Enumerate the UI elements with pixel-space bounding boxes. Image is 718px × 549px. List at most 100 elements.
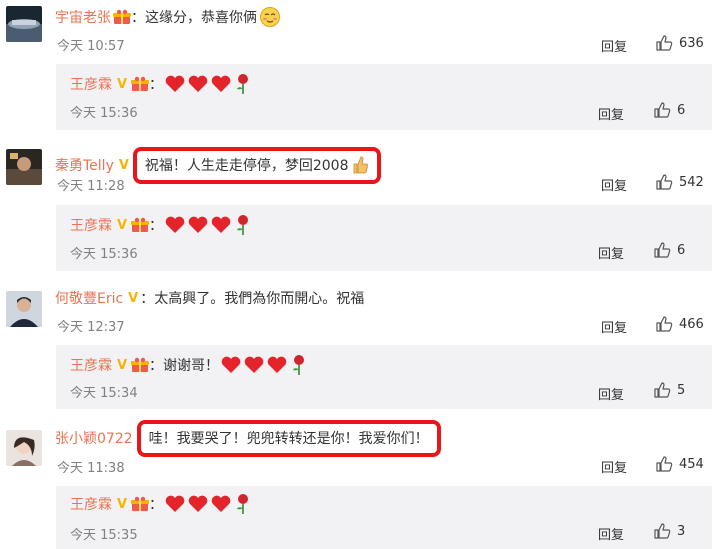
like-count: 454 xyxy=(679,456,704,472)
avatar[interactable] xyxy=(6,291,42,327)
comment-time: 今天 11:38 xyxy=(57,461,125,476)
reply-text: ： xyxy=(149,218,163,234)
reply-button[interactable]: 回复 xyxy=(598,384,624,403)
thumb-emoji-icon xyxy=(353,156,368,174)
heart-icon xyxy=(211,216,231,233)
like-button[interactable]: 466 xyxy=(655,315,704,333)
reply-time: 今天 15:35 xyxy=(70,528,138,543)
avatar[interactable] xyxy=(6,430,42,466)
reply-item: 王彦霖 V ：谢谢哥！ 今天 15:34 回复 5 xyxy=(56,345,712,409)
heart-icon xyxy=(165,495,185,512)
thumbs-up-icon xyxy=(656,316,673,332)
verified-v-icon: V xyxy=(116,217,128,233)
username[interactable]: 王彦霖 xyxy=(70,215,112,235)
username[interactable]: 张小颖0722 xyxy=(55,428,133,448)
heart-icon xyxy=(188,75,208,92)
hearts-emoji xyxy=(220,355,288,375)
reply-time: 今天 15:34 xyxy=(70,386,138,401)
reply-time: 今天 15:36 xyxy=(70,247,138,262)
reply-item: 王彦霖 V ： 今天 15:36 回复 6 xyxy=(56,64,712,130)
thumbs-up-icon xyxy=(654,523,671,539)
verified-v-icon: V xyxy=(116,357,128,373)
username[interactable]: 王彦霖 xyxy=(70,74,112,94)
username[interactable]: 秦勇Telly xyxy=(55,155,114,175)
like-count: 542 xyxy=(679,174,704,190)
heart-icon xyxy=(211,75,231,92)
like-button[interactable]: 454 xyxy=(655,455,704,473)
avatar[interactable] xyxy=(6,149,42,185)
heart-icon xyxy=(165,75,185,92)
like-button[interactable]: 542 xyxy=(655,173,704,191)
reply-text: ： xyxy=(149,497,163,513)
gift-badge-icon xyxy=(131,217,149,233)
username[interactable]: 何敬豐Eric xyxy=(55,288,123,308)
reply-time: 今天 15:36 xyxy=(70,106,138,121)
gift-badge-icon xyxy=(131,496,149,512)
rose-icon xyxy=(237,215,248,235)
avatar[interactable] xyxy=(6,6,42,42)
verified-v-icon: V xyxy=(116,496,128,512)
heart-icon xyxy=(211,495,231,512)
like-count: 5 xyxy=(677,382,686,398)
heart-icon xyxy=(188,495,208,512)
hearts-emoji xyxy=(164,494,232,514)
reply-text: ：谢谢哥！ xyxy=(149,358,219,374)
like-count: 466 xyxy=(679,316,704,332)
reply-text: ： xyxy=(149,77,163,93)
reply-button[interactable]: 回复 xyxy=(601,317,627,336)
thumbs-up-icon xyxy=(656,35,673,51)
thumbs-up-icon xyxy=(656,456,673,472)
gift-badge-icon xyxy=(113,9,131,25)
username[interactable]: 宇宙老张 xyxy=(55,7,111,27)
reply-button[interactable]: 回复 xyxy=(601,175,627,194)
thumbs-up-icon xyxy=(654,242,671,258)
comment-text: 哇！我要哭了！兜兜转转还是你！我爱你们！ xyxy=(148,431,429,447)
comment-item: 张小颖0722 哇！我要哭了！兜兜转转还是你！我爱你们！ 今天 11:38 回复… xyxy=(0,412,718,549)
like-count: 6 xyxy=(677,242,686,258)
like-button[interactable]: 5 xyxy=(653,381,685,399)
heart-icon xyxy=(221,356,241,373)
reply-item: 王彦霖 V ： 今天 15:35 回复 3 xyxy=(56,486,712,549)
thumbs-up-icon xyxy=(654,382,671,398)
comment-item: 宇宙老张 ：这缘分，恭喜你俩 今天 10:57 回复 636 王彦霖 V ： 今… xyxy=(0,0,718,137)
comment-text: 祝福！人生走走停停，梦回2008 xyxy=(144,158,349,174)
hearts-emoji xyxy=(164,74,232,94)
reply-button[interactable]: 回复 xyxy=(598,243,624,262)
verified-v-icon: V xyxy=(118,157,129,173)
rose-icon xyxy=(237,74,248,94)
comment-text: ：这缘分，恭喜你俩 xyxy=(131,10,257,26)
rose-icon xyxy=(293,355,304,375)
reply-button[interactable]: 回复 xyxy=(601,457,627,476)
comment-time: 今天 12:37 xyxy=(57,320,125,335)
like-count: 636 xyxy=(679,35,704,51)
like-count: 6 xyxy=(677,102,686,118)
like-count: 3 xyxy=(677,523,686,539)
reply-button[interactable]: 回复 xyxy=(598,524,624,543)
highlighted-comment: 祝福！人生走走停停，梦回2008 xyxy=(132,146,381,184)
rose-icon xyxy=(237,494,248,514)
comment-time: 今天 10:57 xyxy=(57,39,125,54)
heart-icon xyxy=(188,216,208,233)
hearts-emoji xyxy=(164,215,232,235)
reply-button[interactable]: 回复 xyxy=(598,104,624,123)
verified-v-icon: V xyxy=(128,290,139,306)
username[interactable]: 王彦霖 xyxy=(70,355,112,375)
like-button[interactable]: 636 xyxy=(655,34,704,52)
username[interactable]: 王彦霖 xyxy=(70,494,112,514)
like-button[interactable]: 6 xyxy=(653,101,685,119)
comment-time: 今天 11:28 xyxy=(57,179,125,194)
gift-badge-icon xyxy=(131,76,149,92)
heart-icon xyxy=(267,356,287,373)
gift-badge-icon xyxy=(131,357,149,373)
comment-item: 何敬豐Eric V ：太高興了。我們為你而開心。祝福 今天 12:37 回复 4… xyxy=(0,277,718,412)
like-button[interactable]: 6 xyxy=(653,241,685,259)
thumbs-up-icon xyxy=(656,174,673,190)
comment-text: ：太高興了。我們為你而開心。祝福 xyxy=(140,291,365,307)
comment-item: 秦勇Telly V 祝福！人生走走停停，梦回2008 今天 11:28 回复 5… xyxy=(0,137,718,277)
reply-item: 王彦霖 V ： 今天 15:36 回复 6 xyxy=(56,205,712,271)
like-button[interactable]: 3 xyxy=(653,522,685,540)
reply-button[interactable]: 回复 xyxy=(601,36,627,55)
thumbs-up-icon xyxy=(654,102,671,118)
highlighted-comment: 哇！我要哭了！兜兜转转还是你！我爱你们！ xyxy=(136,419,441,457)
heart-icon xyxy=(165,216,185,233)
